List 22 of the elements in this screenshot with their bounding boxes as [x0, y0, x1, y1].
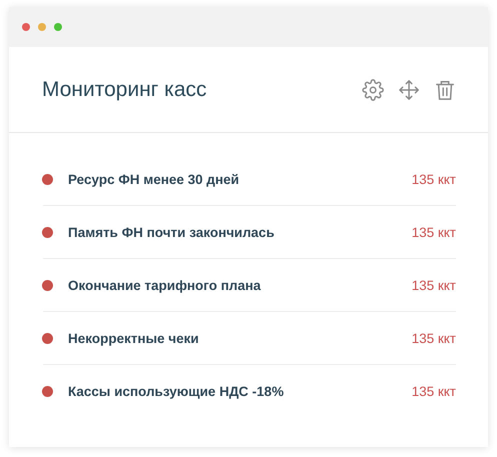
minimize-control[interactable]: [38, 23, 46, 31]
row-count: 135 ккт: [412, 278, 456, 292]
status-dot: [42, 174, 53, 184]
status-dot: [42, 332, 53, 344]
row-label: Окончание тарифного плана: [68, 278, 262, 292]
move-icon[interactable]: [398, 78, 420, 100]
status-dot: [42, 280, 53, 290]
status-dot: [42, 386, 53, 396]
row-label: Кассы использующие НДС -18%: [68, 384, 285, 398]
row-count: 135 ккт: [412, 330, 456, 346]
row-count: 135 ккт: [412, 172, 456, 186]
trash-icon[interactable]: [434, 78, 456, 100]
close-control[interactable]: [22, 23, 30, 31]
status-dot: [42, 226, 53, 238]
row-label: Некорректные чеки: [68, 330, 200, 346]
settings-icon[interactable]: [362, 78, 384, 100]
maximize-control[interactable]: [54, 23, 62, 31]
row-label: Ресурс ФН менее 30 дней: [68, 172, 240, 186]
row-count: 135 ккт: [412, 384, 456, 398]
row-count: 135 ккт: [412, 224, 456, 240]
widget-title: Мониторинг касс: [42, 78, 208, 102]
row-label: Память ФН почти закончилась: [68, 224, 276, 240]
